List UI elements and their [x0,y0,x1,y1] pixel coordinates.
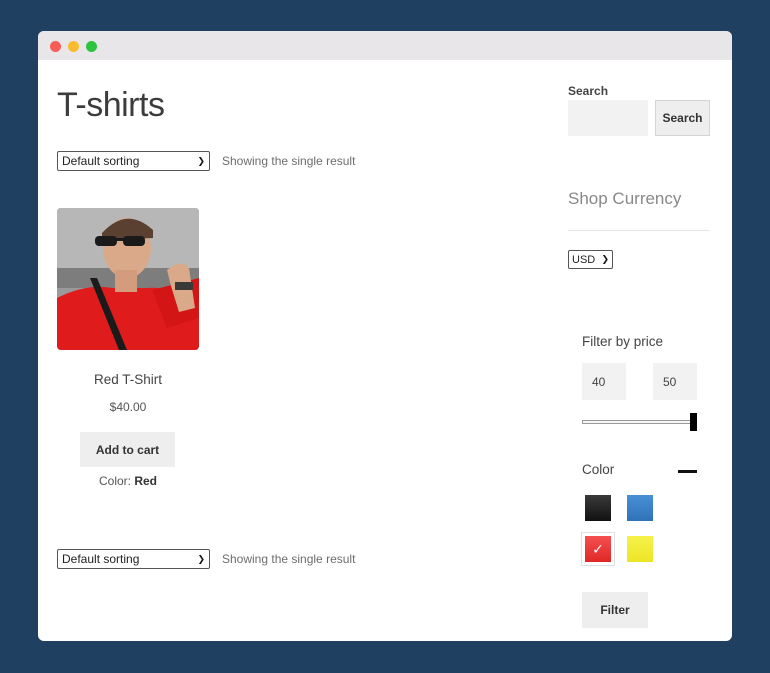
result-count-top: Showing the single result [222,154,356,168]
color-swatch-yellow[interactable] [623,532,657,566]
search-button[interactable]: Search [655,100,710,136]
currency-widget-title: Shop Currency [568,189,682,208]
page-title: T-shirts [57,86,165,124]
filter-button[interactable]: Filter [582,592,648,628]
product-photo-icon [57,208,199,350]
color-filter-title: Color [582,462,615,477]
browser-window: T-shirts Default sorting ❯ Showing the s… [38,31,732,641]
sorting-select-value: Default sorting [62,552,140,566]
chevron-down-icon: ❯ [197,155,205,166]
product-name-link[interactable]: Red T-Shirt [57,372,199,387]
color-swatch-black[interactable] [581,491,615,525]
minimize-window-dot[interactable] [68,41,79,52]
product-attribute: Color: Red [57,474,199,488]
chevron-down-icon: ❯ [197,553,205,564]
swatch-fill [627,536,653,562]
min-price-input[interactable]: 40 [582,363,626,400]
currency-select-value: USD [572,253,596,266]
product-image[interactable] [57,208,199,350]
price-slider-handle[interactable] [690,413,697,431]
result-count-bottom: Showing the single result [222,552,356,566]
attribute-label: Color: [98,474,131,488]
sorting-select-bottom[interactable]: Default sorting ❯ [57,549,210,569]
check-icon: ✓ [585,536,611,562]
search-label: Search [568,84,609,98]
chevron-down-icon: ❯ [601,254,609,264]
sorting-select-value: Default sorting [62,154,140,168]
currency-select[interactable]: USD ❯ [568,250,613,269]
product-price: $40.00 [109,400,147,414]
widget-divider [568,230,710,231]
window-titlebar [38,31,732,60]
color-swatch-blue[interactable] [623,491,657,525]
search-input[interactable] [568,100,648,136]
attribute-value: Red [134,474,158,488]
close-window-dot[interactable] [50,41,61,52]
collapse-minus-icon[interactable] [678,470,697,473]
price-slider-track[interactable] [582,420,694,424]
max-price-input[interactable]: 50 [653,363,697,400]
swatch-fill [627,495,653,521]
sorting-select-top[interactable]: Default sorting ❯ [57,151,210,171]
maximize-window-dot[interactable] [86,41,97,52]
add-to-cart-button[interactable]: Add to cart [80,432,175,467]
swatch-fill [585,495,611,521]
color-swatch-red[interactable]: ✓ [581,532,615,566]
price-filter-title: Filter by price [582,334,664,349]
